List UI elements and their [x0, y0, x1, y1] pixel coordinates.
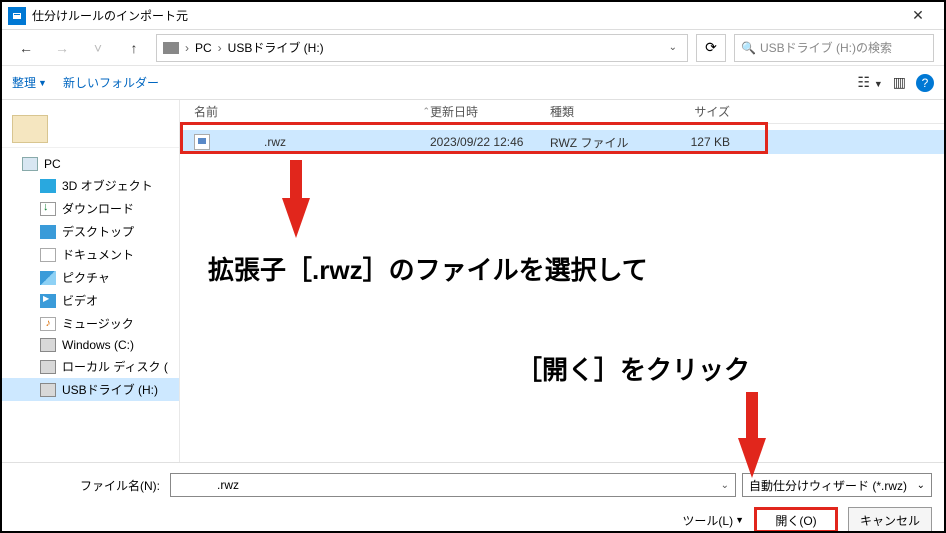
annotation-arrow-1	[290, 160, 302, 200]
video-icon	[40, 294, 56, 308]
column-date[interactable]: 更新日時	[430, 103, 550, 120]
tree-node-desktop[interactable]: デスクトップ	[2, 220, 179, 243]
up-button[interactable]: ↑	[120, 34, 148, 62]
tree-node-downloads[interactable]: ダウンロード	[2, 197, 179, 220]
download-icon	[40, 202, 56, 216]
tree-node-documents[interactable]: ドキュメント	[2, 243, 179, 266]
annotation-text-2: ［開く］をクリック	[516, 350, 750, 387]
file-size: 127 KB	[660, 135, 740, 149]
open-button[interactable]: 開く(O)	[754, 507, 838, 533]
tree-node-pictures[interactable]: ピクチャ	[2, 266, 179, 289]
preview-pane-button[interactable]: ▥	[893, 74, 906, 91]
cancel-button[interactable]: キャンセル	[848, 507, 932, 533]
tree-node-music[interactable]: ♪ ミュージック	[2, 312, 179, 335]
app-icon	[8, 7, 26, 25]
tree-node-cdrive[interactable]: Windows (C:)	[2, 335, 179, 355]
column-name[interactable]: 名前 ⌃	[180, 103, 430, 120]
filename-input[interactable]: .rwz ⌄	[170, 473, 736, 497]
quick-access-thumb	[12, 115, 48, 143]
filename-label: ファイル名(N):	[14, 477, 164, 494]
tree-node-videos[interactable]: ビデオ	[2, 289, 179, 312]
tree-node-localdisk[interactable]: ローカル ディスク (	[2, 355, 179, 378]
pc-icon	[22, 157, 38, 171]
view-options-button[interactable]: ☷ ▼	[857, 74, 882, 91]
search-input[interactable]: 🔍 USBドライブ (H:)の検索	[734, 34, 934, 62]
column-type[interactable]: 種類	[550, 103, 660, 120]
search-placeholder: USBドライブ (H:)の検索	[760, 39, 892, 56]
tree-node-usb[interactable]: USBドライブ (H:)	[2, 378, 179, 401]
address-root[interactable]: PC	[195, 41, 212, 55]
tree-node-pc[interactable]: PC	[2, 154, 179, 174]
help-button[interactable]: ?	[916, 74, 934, 92]
filename-dropdown-icon[interactable]: ⌄	[721, 480, 729, 491]
file-icon	[194, 134, 210, 150]
chevron-down-icon: ▼	[38, 78, 47, 88]
close-button[interactable]: ✕	[898, 4, 938, 28]
annotation-arrowhead-1	[282, 198, 310, 238]
window-title: 仕分けルールのインポート元	[32, 7, 898, 24]
search-icon: 🔍	[741, 41, 756, 55]
file-type: RWZ ファイル	[550, 134, 660, 151]
chevron-down-icon: ▼	[735, 515, 744, 525]
column-size[interactable]: サイズ	[660, 103, 740, 120]
chevron-down-icon: ⌄	[917, 480, 925, 491]
column-headers: 名前 ⌃ 更新日時 種類 サイズ	[180, 100, 944, 124]
drive-icon	[40, 383, 56, 397]
chevron-right-icon: ›	[183, 41, 191, 55]
cube-icon	[40, 179, 56, 193]
picture-icon	[40, 271, 56, 285]
annotation-text-1: 拡張子［.rwz］のファイルを選択して	[208, 250, 648, 287]
tools-menu[interactable]: ツール(L) ▼	[682, 512, 744, 529]
file-row[interactable]: .rwz 2023/09/22 12:46 RWZ ファイル 127 KB	[180, 130, 944, 154]
document-icon	[40, 248, 56, 262]
back-button[interactable]: ←	[12, 34, 40, 62]
desktop-icon	[40, 225, 56, 239]
forward-button: →	[48, 34, 76, 62]
chevron-right-icon: ›	[216, 41, 224, 55]
address-bar[interactable]: › PC › USBドライブ (H:) ⌄	[156, 34, 688, 62]
new-folder-button[interactable]: 新しいフォルダー	[63, 74, 159, 91]
filetype-select[interactable]: 自動仕分けウィザード (*.rwz) ⌄	[742, 473, 932, 497]
tree-node-3d[interactable]: 3D オブジェクト	[2, 174, 179, 197]
drive-icon	[163, 42, 179, 54]
annotation-arrowhead-2	[738, 438, 766, 478]
drive-icon	[40, 338, 56, 352]
file-name: .rwz	[264, 135, 286, 149]
file-date: 2023/09/22 12:46	[430, 135, 550, 149]
sort-asc-icon: ⌃	[422, 106, 430, 117]
navigation-tree: PC 3D オブジェクト ダウンロード デスクトップ ドキュメント	[2, 100, 180, 462]
annotation-arrow-2	[746, 392, 758, 440]
history-dropdown[interactable]: ˅	[84, 34, 112, 62]
music-icon: ♪	[40, 317, 56, 331]
drive-icon	[40, 360, 56, 374]
address-path[interactable]: USBドライブ (H:)	[228, 39, 324, 56]
address-dropdown-icon[interactable]: ⌄	[665, 42, 681, 53]
refresh-button[interactable]: ⟳	[696, 34, 726, 62]
organize-menu[interactable]: 整理▼	[12, 74, 47, 91]
